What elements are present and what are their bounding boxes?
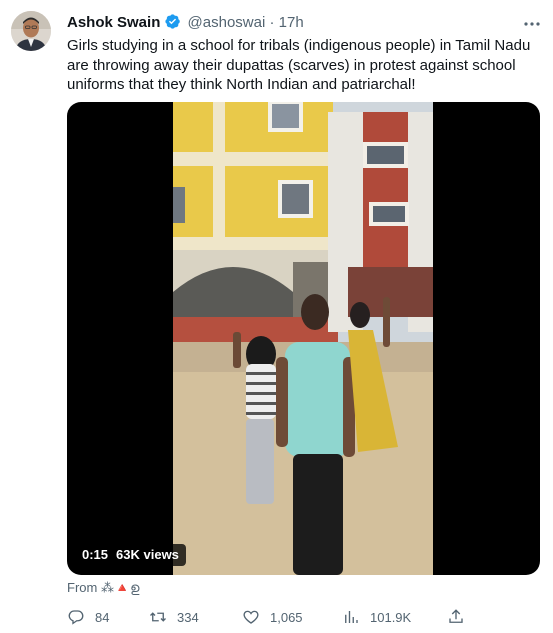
avatar[interactable] (11, 11, 51, 51)
reply-button[interactable]: 84 (67, 606, 109, 628)
like-button[interactable]: 1,065 (242, 606, 303, 628)
tweet-timestamp[interactable]: 17h (279, 14, 304, 31)
more-horizontal-icon[interactable] (522, 14, 542, 34)
retweet-icon (150, 612, 166, 622)
video-views: 63K views (116, 547, 179, 562)
reply-count: 84 (95, 609, 110, 625)
separator-dot: · (269, 14, 275, 31)
tweet-header: Ashok Swain @ashoswai · 17h (67, 13, 304, 33)
like-count: 1,065 (270, 609, 303, 625)
share-button[interactable] (447, 606, 465, 628)
retweet-button[interactable]: 334 (149, 606, 199, 628)
author-name[interactable]: Ashok Swain (67, 14, 160, 31)
views-button[interactable]: 101.9K (342, 606, 411, 628)
video-stats-badge: 0:15 63K views (75, 544, 186, 566)
view-count: 101.9K (370, 609, 412, 625)
share-icon (449, 609, 463, 623)
retweet-count: 334 (177, 609, 199, 625)
source-emoji[interactable]: ⁂🔺ഉ (101, 580, 140, 595)
source-attribution: From ⁂🔺ഉ (67, 580, 140, 596)
video-frame (173, 102, 433, 575)
analytics-icon (345, 611, 358, 623)
reply-icon (68, 610, 84, 625)
heart-icon (243, 610, 259, 624)
source-label: From (67, 580, 98, 595)
tweet-text: Girls studying in a school for tribals (… (67, 37, 531, 93)
tweet[interactable]: Ashok Swain @ashoswai · 17h Girls studyi… (0, 0, 553, 633)
verified-badge-icon (164, 13, 181, 30)
video-player[interactable]: 0:15 63K views (67, 102, 540, 575)
author-handle[interactable]: @ashoswai (188, 14, 266, 31)
action-bar: 84 334 1,065 101.9K (67, 606, 467, 628)
video-duration: 0:15 (82, 547, 109, 562)
